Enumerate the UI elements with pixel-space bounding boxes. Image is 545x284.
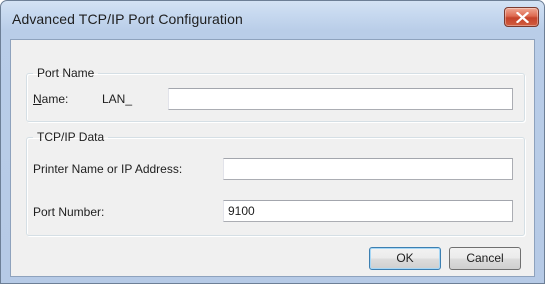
ok-button[interactable]: OK [369, 247, 441, 270]
dialog-window: Advanced TCP/IP Port Configuration Port … [0, 0, 545, 284]
port-name-input[interactable] [168, 88, 513, 110]
printer-name-label: Printer Name or IP Address: [33, 162, 183, 176]
name-label: Name: [33, 92, 68, 106]
port-name-legend: Port Name [37, 66, 95, 80]
tcpip-data-legend: TCP/IP Data [37, 130, 105, 144]
name-prefix: LAN_ [102, 92, 133, 106]
close-icon [516, 12, 529, 23]
port-number-input[interactable]: 9100 [223, 200, 513, 222]
printer-name-input[interactable] [223, 158, 513, 180]
window-title: Advanced TCP/IP Port Configuration [12, 11, 243, 27]
port-number-label: Port Number: [33, 205, 105, 219]
close-button[interactable] [504, 7, 539, 27]
name-label-mnemonic: N [33, 92, 42, 106]
title-bar[interactable]: Advanced TCP/IP Port Configuration [1, 1, 544, 39]
cancel-button[interactable]: Cancel [449, 247, 521, 270]
dialog-body: Port Name Name: LAN_ TCP/IP Data Printer… [10, 39, 535, 277]
name-label-text: ame: [41, 92, 69, 106]
